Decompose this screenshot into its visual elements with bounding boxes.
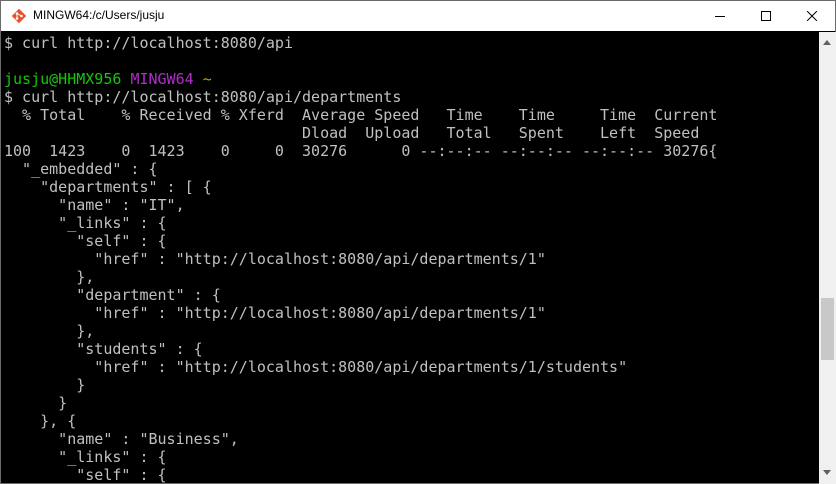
vertical-scrollbar[interactable] <box>819 32 836 484</box>
scroll-up-icon[interactable] <box>823 40 831 45</box>
close-button[interactable] <box>789 1 835 31</box>
curl-progress-values: 100 1423 0 1423 0 0 30276 0 --:--:-- --:… <box>4 142 718 160</box>
terminal-output[interactable]: $ curl http://localhost:8080/api jusju@H… <box>1 32 819 484</box>
scrollbar-thumb[interactable] <box>821 298 834 360</box>
output-line: "departments" : [ { <box>4 178 212 196</box>
title-bar[interactable]: MINGW64:/c/Users/jusju <box>1 1 835 31</box>
window-title: MINGW64:/c/Users/jusju <box>33 8 165 22</box>
output-line: "href" : "http://localhost:8080/api/depa… <box>4 304 546 322</box>
output-line: "name" : "Business", <box>4 430 239 448</box>
output-line: "self" : { <box>4 232 167 250</box>
output-line: "href" : "http://localhost:8080/api/depa… <box>4 250 546 268</box>
output-line: "_links" : { <box>4 214 167 232</box>
output-line: "department" : { <box>4 286 221 304</box>
prompt-user: jusju@HHMX956 <box>4 70 122 88</box>
output-line: "self" : { <box>4 466 167 484</box>
minimize-icon <box>715 16 725 17</box>
prompt-path: ~ <box>202 70 212 88</box>
output-line: "href" : "http://localhost:8080/api/depa… <box>4 358 628 376</box>
close-icon <box>807 11 817 21</box>
output-line: } <box>4 376 86 394</box>
prompt-shell: MINGW64 <box>130 70 194 88</box>
maximize-button[interactable] <box>743 1 789 31</box>
command-line: $ curl http://localhost:8080/api/departm… <box>4 88 402 106</box>
minimize-button[interactable] <box>697 1 743 31</box>
command-line: $ curl http://localhost:8080/api <box>4 34 293 52</box>
git-bash-icon <box>11 8 27 24</box>
output-line: "students" : { <box>4 340 203 358</box>
shell-prompt: jusju@HHMX956 MINGW64 ~ <box>4 70 212 88</box>
maximize-icon <box>761 11 771 21</box>
output-line: } <box>4 394 68 412</box>
output-line: "_links" : { <box>4 448 167 466</box>
output-line: "_embedded" : { <box>4 160 158 178</box>
output-line: }, { <box>4 412 77 430</box>
terminal-window: MINGW64:/c/Users/jusju $ curl http://loc… <box>0 0 836 484</box>
curl-progress-header: Dload Upload Total Spent Left Speed <box>4 124 700 142</box>
scroll-down-icon[interactable] <box>823 470 831 475</box>
output-line: "name" : "IT", <box>4 196 185 214</box>
output-line: }, <box>4 322 95 340</box>
output-line: }, <box>4 268 95 286</box>
curl-progress-header: % Total % Received % Xferd Average Speed… <box>4 106 718 124</box>
